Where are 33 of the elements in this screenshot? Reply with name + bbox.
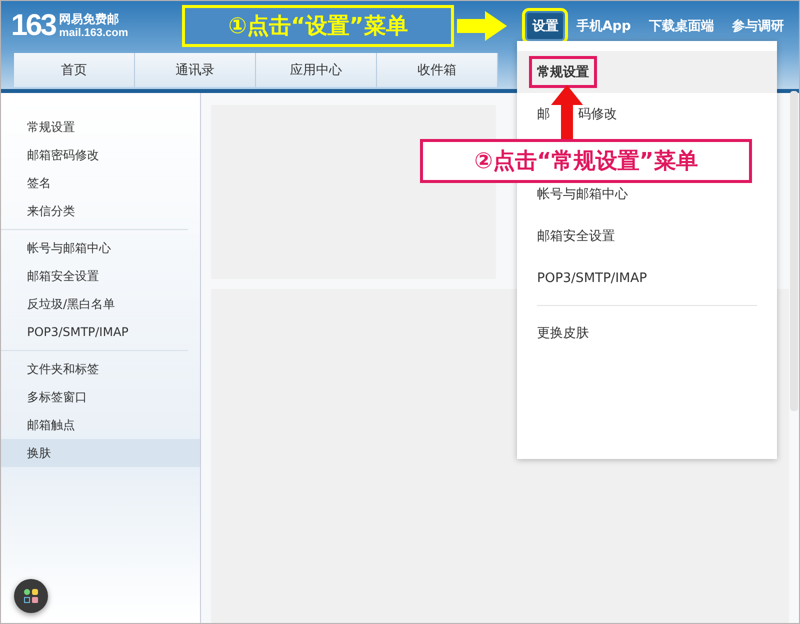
annotation-tooltip: ①点击“设置”菜单 <box>182 5 454 47</box>
sidebar-item[interactable]: 邮箱触点 <box>1 411 188 439</box>
logo-domain: mail.163.com <box>59 26 128 39</box>
nav-tab[interactable]: 首页 <box>14 53 135 87</box>
sidebar-item[interactable]: 换肤 <box>1 439 200 467</box>
top-link[interactable]: 参与调研 <box>727 13 789 39</box>
sidebar-item[interactable]: 来信分类 <box>1 197 188 225</box>
sidebar-item[interactable]: 多标签窗口 <box>1 383 188 411</box>
sidebar-item[interactable]: POP3/SMTP/IMAP <box>1 318 188 346</box>
menu-item[interactable]: 常规设置 <box>529 56 597 88</box>
annotation-tooltip: ②点击“常规设置”菜单 <box>420 139 752 183</box>
menu-item[interactable]: 更换皮肤 <box>529 317 597 349</box>
sidebar-item[interactable]: 邮箱密码修改 <box>1 141 188 169</box>
sidebar-item[interactable]: 帐号与邮箱中心 <box>1 234 188 262</box>
top-link[interactable]: 手机App <box>571 13 636 39</box>
menu-item[interactable]: 邮箱安全设置 <box>529 220 623 252</box>
menu-item[interactable]: 邮 码修改 <box>529 98 625 130</box>
menu-item[interactable]: POP3/SMTP/IMAP <box>529 264 655 292</box>
sidebar-item[interactable]: 文件夹和标签 <box>1 355 188 383</box>
sidebar-item[interactable]: 反垃圾/黑白名单 <box>1 290 188 318</box>
grid-icon <box>24 589 38 603</box>
logo-name: 网易免费邮 <box>59 13 120 27</box>
scrollbar[interactable] <box>790 91 798 411</box>
top-link[interactable]: 设置 <box>527 13 564 39</box>
nav-tab[interactable]: 收件箱 <box>377 53 498 87</box>
nav-tab[interactable]: 通讯录 <box>135 53 256 87</box>
sidebar-item[interactable]: 签名 <box>1 169 188 197</box>
sidebar-item[interactable]: 常规设置 <box>1 113 188 141</box>
arrow-icon <box>457 11 507 41</box>
top-link[interactable]: 下载桌面端 <box>644 13 719 39</box>
sidebar-item[interactable]: 邮箱安全设置 <box>1 262 188 290</box>
nav-tab[interactable]: 应用中心 <box>256 53 377 87</box>
logo-number: 163 <box>11 9 56 43</box>
